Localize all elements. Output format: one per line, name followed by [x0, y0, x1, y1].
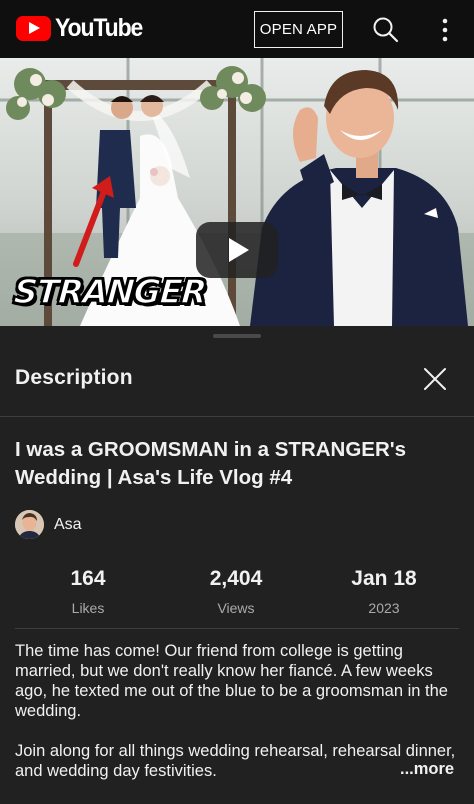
- show-more-button[interactable]: ...more: [396, 760, 455, 779]
- sheet-drag-handle[interactable]: [213, 334, 261, 338]
- views-count: 2,404: [209, 567, 263, 590]
- youtube-logo[interactable]: YouTube: [16, 16, 150, 41]
- video-player[interactable]: STRANGER: [0, 58, 474, 326]
- likes-count: 164: [70, 567, 106, 590]
- upload-year: 2023: [368, 600, 400, 616]
- more-vert-icon[interactable]: [430, 14, 460, 46]
- close-icon[interactable]: [420, 364, 450, 394]
- brand-name: YouTube: [55, 14, 143, 42]
- sheet-title: Description: [15, 366, 133, 389]
- video-title: I was a GROOMSMAN in a STRANGER's Weddin…: [15, 438, 407, 489]
- likes-label: Likes: [71, 600, 105, 616]
- youtube-logo-icon: [16, 16, 51, 41]
- likes-stat: 164 Likes: [28, 566, 148, 616]
- upload-date: Jan 18: [351, 567, 417, 590]
- views-stat: 2,404 Views: [176, 566, 296, 616]
- thumbnail-caption: STRANGER: [12, 271, 208, 312]
- play-button[interactable]: [196, 222, 278, 278]
- channel-name[interactable]: Asa: [54, 516, 82, 534]
- upload-date-stat: Jan 18 2023: [324, 566, 444, 616]
- search-icon[interactable]: [370, 14, 402, 46]
- open-app-button[interactable]: OPEN APP: [254, 11, 343, 48]
- description-paragraph: The time has come! Our friend from colle…: [15, 642, 448, 720]
- avatar[interactable]: [15, 510, 44, 539]
- views-label: Views: [217, 600, 255, 616]
- channel-row[interactable]: Asa: [15, 510, 82, 539]
- divider: [0, 416, 474, 417]
- divider: [15, 628, 459, 629]
- top-app-bar: YouTube OPEN APP: [0, 0, 474, 58]
